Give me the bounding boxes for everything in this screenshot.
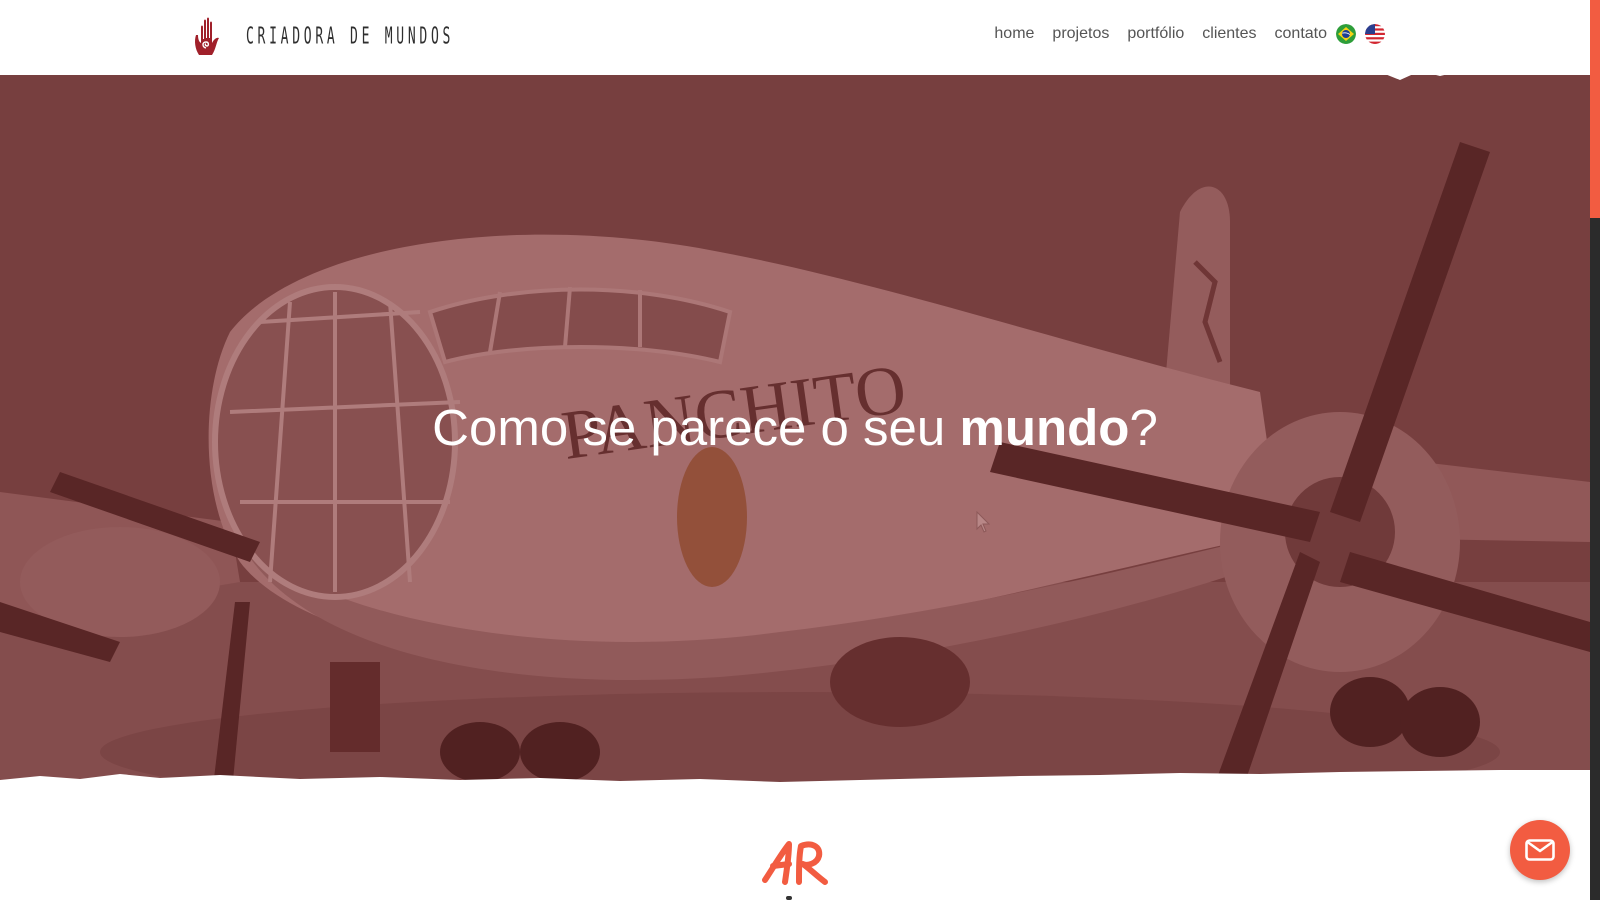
logo-wordmark: CRIADORA DE MUNDOS (246, 22, 455, 50)
main-nav: home projetos portfólio clientes contato (976, 22, 1385, 46)
mouse-cursor-icon (976, 511, 991, 533)
hero-section: PANCHITO Como se parece o seu mundo? (0, 62, 1590, 797)
ar-monogram-icon (762, 841, 828, 885)
brazil-flag-icon[interactable] (1336, 24, 1356, 44)
page-scrollbar[interactable] (1590, 0, 1600, 900)
usa-flag-icon[interactable] (1365, 24, 1385, 44)
scrollbar-thumb[interactable] (1590, 0, 1600, 218)
page: CRIADORA DE MUNDOS home projetos portfól… (0, 0, 1600, 900)
nav-item-clientes[interactable]: clientes (1202, 22, 1256, 46)
mail-icon (1525, 839, 1555, 861)
hand-icon (195, 17, 219, 55)
hero-heading-pre: Como se parece o seu (432, 399, 960, 456)
site-header: CRIADORA DE MUNDOS home projetos portfól… (0, 0, 1590, 75)
nav-item-contato[interactable]: contato (1275, 22, 1327, 46)
site-logo[interactable]: CRIADORA DE MUNDOS (190, 14, 582, 58)
hero-heading-bold: mundo (959, 399, 1130, 456)
torn-edge-bottom (0, 770, 1590, 806)
nav-item-projetos[interactable]: projetos (1052, 22, 1109, 46)
nav-item-home[interactable]: home (994, 22, 1034, 46)
nav-item-portfolio[interactable]: portfólio (1127, 22, 1184, 46)
hero-heading-post: ? (1129, 399, 1158, 456)
contact-mail-button[interactable] (1510, 820, 1570, 880)
section-marker (786, 896, 792, 900)
hero-heading: Como se parece o seu mundo? (0, 398, 1590, 457)
